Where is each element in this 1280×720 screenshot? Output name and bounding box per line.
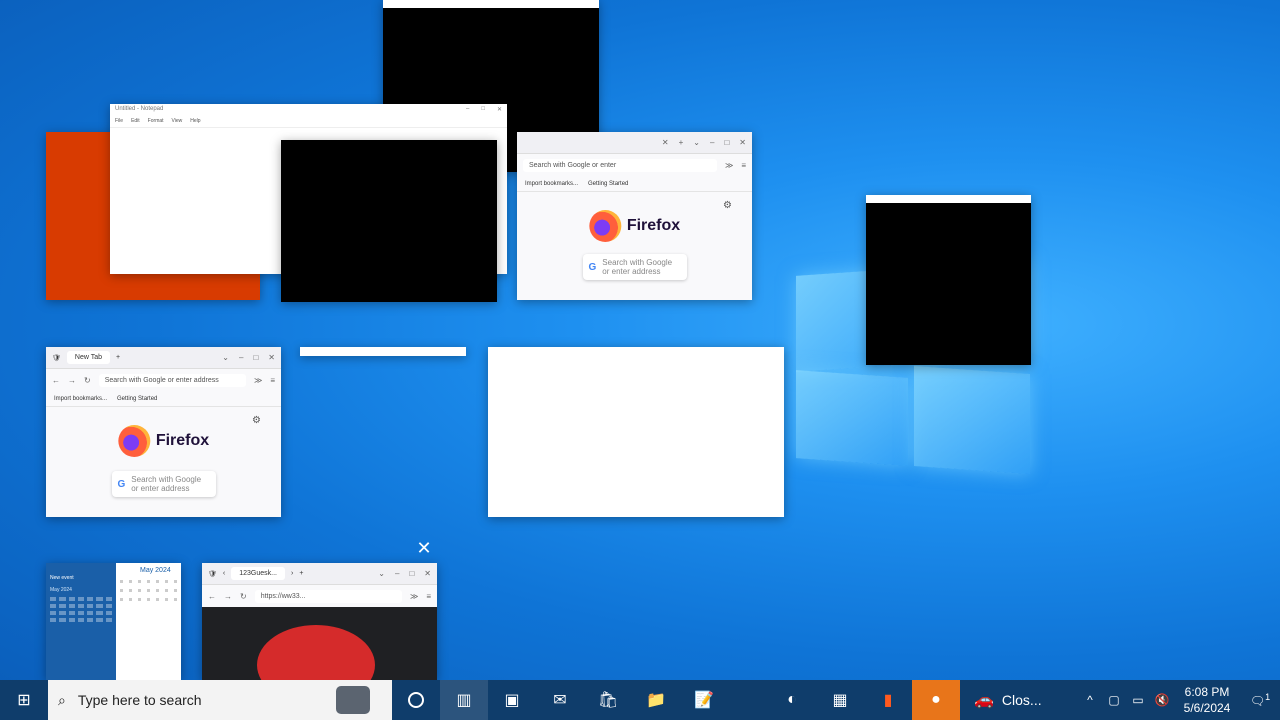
bookmark-getting-started: Getting Started xyxy=(588,180,629,187)
gear-icon: ⚙ xyxy=(723,200,732,211)
task-view-window-browser-2[interactable]: 🛡 ‹ 123Guesk... › + ⌄ – □ ✕ ← → ↻ https://ww33... ≫ ≡ xyxy=(202,563,437,680)
car-icon: 🚗 xyxy=(974,692,994,709)
camera-icon xyxy=(336,686,370,714)
firefox-url-bar-2: Search with Google or enter address xyxy=(98,373,246,387)
task-view-icon[interactable]: ▥ xyxy=(440,680,488,720)
desktop: Untitled - Notepad – □ ✕ File Edit Format … xyxy=(0,0,1280,680)
task-view-window-firefox-2[interactable]: 🛡 New Tab + ⌄ – □ ✕ ← → ↻ Search with Google or e… xyxy=(46,347,281,517)
firefox-logo-icon xyxy=(588,210,621,242)
taskbar: ⊞ ⌕ Type here to search ▥ ▣ ✉ 🛍 📁 📝 ◐ ▦ … xyxy=(0,680,1280,720)
search-line-2: or enter address xyxy=(602,267,661,276)
search-placeholder: Type here to search xyxy=(77,692,202,708)
search-line-2b: or enter address xyxy=(131,484,190,493)
notepad-menu-edit: Edit xyxy=(131,118,140,124)
system-clock[interactable]: 6:08 PM 5/6/2024 xyxy=(1174,684,1240,716)
chevron-up-icon[interactable]: ^ xyxy=(1078,693,1102,707)
firefox-url-bar: Search with Google or enter xyxy=(523,158,717,172)
clock-date: 5/6/2024 xyxy=(1183,701,1231,715)
calendar-mini-month: May 2024 xyxy=(50,587,72,593)
notepad-title: Untitled - Notepad xyxy=(115,106,164,112)
task-view-window-black-3[interactable] xyxy=(866,195,1031,365)
google-icon: G xyxy=(117,478,126,490)
file-explorer-icon[interactable]: 📁 xyxy=(632,680,680,720)
notepad-app-icon[interactable]: 📝 xyxy=(680,680,728,720)
firefox-brand: Firefox xyxy=(626,217,681,234)
bookmark-import: Import bookmarks... xyxy=(525,180,579,187)
browser2-tab: 123Guesk... xyxy=(231,567,285,580)
cortana-icon[interactable] xyxy=(392,680,440,720)
firefox-brand-2: Firefox xyxy=(155,432,210,449)
edge-icon[interactable]: ◐ xyxy=(768,680,816,720)
taskbar-app-label: Clos... xyxy=(1001,692,1042,708)
windows-icon[interactable]: ⊞ xyxy=(0,680,48,720)
office-icon[interactable]: ▮ xyxy=(864,680,912,720)
bookmark-getting-started-2: Getting Started xyxy=(117,395,158,402)
close-icon[interactable]: ✕ xyxy=(414,538,434,558)
gear-icon: ⚙ xyxy=(252,415,261,426)
task-view-window-minimized[interactable] xyxy=(300,347,466,356)
calendar-month: May 2024 xyxy=(140,567,171,574)
network-icon[interactable]: ▭ xyxy=(1126,693,1150,707)
search-line-1b: Search with Google xyxy=(131,475,202,484)
search-line-1: Search with Google xyxy=(602,258,673,267)
taskbar-app-closing[interactable]: 🚗 Clos... xyxy=(960,680,1050,720)
google-icon: G xyxy=(588,261,597,273)
notification-icon[interactable]: 🗨1 xyxy=(1240,692,1280,708)
hand-stop-icon xyxy=(257,625,375,680)
task-view-window-calendar[interactable]: New event May 2024 May 2024 xyxy=(46,563,181,680)
calendar-icon[interactable]: ▦ xyxy=(816,680,864,720)
store-icon[interactable]: 🛍 xyxy=(584,680,632,720)
task-view-window-firefox-1[interactable]: ✕ + ⌄ – □ ✕ Search with Google or enter ≫ ≡ Imp… xyxy=(517,132,752,300)
task-view-window-text-document[interactable] xyxy=(488,347,784,517)
firefox-logo-icon xyxy=(117,425,150,457)
task-view-window-black-2[interactable] xyxy=(281,140,497,302)
firefox-tab: New Tab xyxy=(66,351,110,364)
calendar-new-event: New event xyxy=(50,575,74,581)
notepad-menu-file: File xyxy=(115,118,124,124)
meet-now-icon[interactable]: ▢ xyxy=(1102,693,1126,707)
firefox-icon[interactable]: ● xyxy=(912,680,960,720)
magnifier-icon: ⌕ xyxy=(58,691,66,708)
taskbar-app-terminal-icon[interactable]: ▣ xyxy=(488,680,536,720)
bookmark-import-2: Import bookmarks... xyxy=(54,395,108,402)
taskbar-search-box[interactable]: ⌕ Type here to search xyxy=(48,680,392,720)
notepad-menu-format: Format xyxy=(147,118,164,124)
notepad-menu-help: Help xyxy=(190,118,201,124)
notepad-menu-view: View xyxy=(171,118,183,124)
clock-time: 6:08 PM xyxy=(1184,685,1230,699)
volume-muted-icon[interactable]: 🔇 xyxy=(1150,693,1174,707)
browser2-url: https://ww33... xyxy=(254,589,402,603)
mail-icon[interactable]: ✉ xyxy=(536,680,584,720)
notification-count: 1 xyxy=(1265,692,1271,702)
